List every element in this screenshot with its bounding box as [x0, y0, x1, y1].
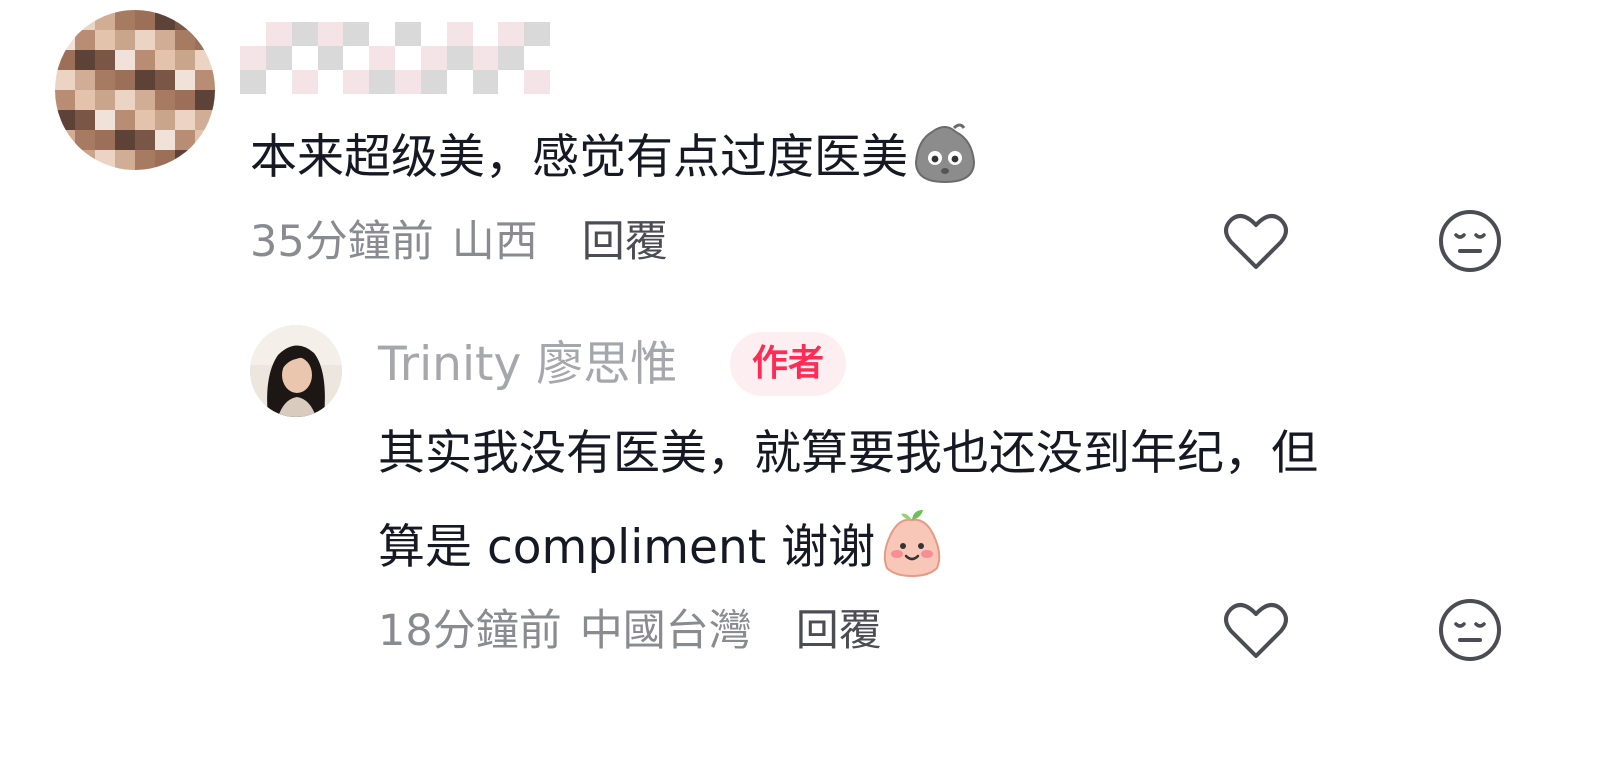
commenter-avatar[interactable]: [55, 10, 215, 170]
reply-meta: 18分鐘前 中國台灣 回覆: [378, 603, 882, 659]
reply-text-line1: 其实我没有医美，就算要我也还没到年纪，但: [378, 426, 1318, 481]
reply-location: 中國台灣: [579, 606, 752, 656]
comment-like-button[interactable]: [1221, 208, 1291, 278]
blushing-face-emoji: [879, 508, 945, 593]
author-badge: 作者: [730, 332, 847, 396]
expressionless-face-icon: [1437, 208, 1503, 278]
reply-like-button[interactable]: [1221, 597, 1291, 667]
author-avatar[interactable]: [250, 325, 342, 417]
reply-time: 18分鐘前: [378, 606, 562, 656]
reply-body-line2: 算是 compliment 谢谢: [378, 508, 945, 593]
heart-outline-icon: [1223, 211, 1289, 275]
reply-dislike-button[interactable]: [1435, 597, 1505, 667]
comment-text: 本来超级美，感觉有点过度医美: [250, 130, 908, 185]
comment-body: 本来超级美，感觉有点过度医美: [250, 120, 978, 201]
reply-text-line2: 算是 compliment 谢谢: [378, 520, 876, 575]
comment-thread: 本来超级美，感觉有点过度医美 35分鐘前 山西 回覆 Trinity 廖思惟 作…: [0, 0, 1600, 777]
comment-dislike-button[interactable]: [1435, 208, 1505, 278]
heart-outline-icon: [1223, 600, 1289, 664]
sweating-face-emoji: [912, 120, 978, 201]
expressionless-face-icon: [1437, 597, 1503, 667]
reply-reply-button[interactable]: 回覆: [796, 606, 882, 656]
reply-body-line1: 其实我没有医美，就算要我也还没到年纪，但: [378, 424, 1318, 484]
comment-location: 山西: [451, 217, 538, 267]
comment-time: 35分鐘前: [250, 217, 434, 267]
comment-meta: 35分鐘前 山西 回覆: [250, 214, 668, 270]
comment-reply-button[interactable]: 回覆: [582, 217, 668, 267]
commenter-name-redacted[interactable]: [240, 22, 550, 94]
author-username[interactable]: Trinity 廖思惟: [378, 334, 677, 396]
